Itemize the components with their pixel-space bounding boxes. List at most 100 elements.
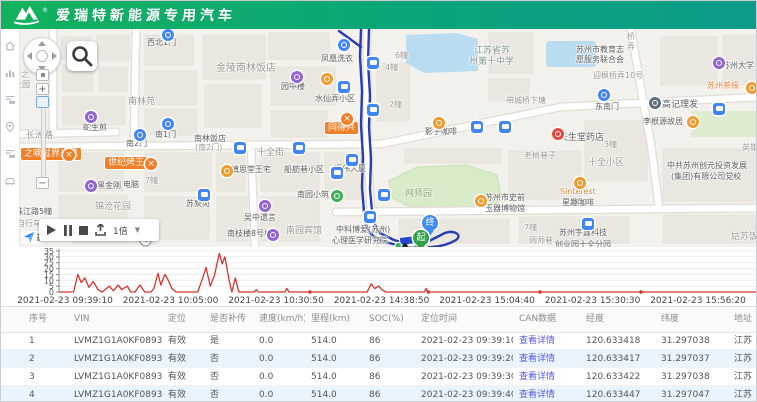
coffee-poi-icon[interactable] bbox=[433, 117, 445, 129]
can-detail-link[interactable]: 查看详情 bbox=[519, 350, 580, 368]
nav-sidebar bbox=[1, 29, 20, 247]
building-poi-icon[interactable] bbox=[364, 211, 376, 223]
restaurant-poi-icon[interactable]: × bbox=[145, 158, 157, 170]
table-row[interactable]: 1LVMZ1G1A0KF089390有效是0.0514.0862021-02-2… bbox=[1, 332, 757, 350]
bus-stop-icon[interactable] bbox=[293, 142, 305, 154]
column-header[interactable]: 里程(km) bbox=[311, 307, 363, 332]
can-detail-link[interactable]: 查看详情 bbox=[519, 386, 580, 402]
bus-stop-icon[interactable] bbox=[198, 189, 210, 201]
map-poi-badge[interactable]: 世纪烤王 bbox=[105, 157, 147, 169]
map-label: 迎枫桥弄10号 bbox=[593, 70, 643, 81]
bar-chart-icon[interactable] bbox=[4, 67, 16, 79]
gate-poi-icon[interactable] bbox=[598, 89, 610, 101]
gate-poi-icon[interactable] bbox=[162, 29, 174, 41]
bus-stop-icon[interactable] bbox=[713, 103, 725, 115]
column-header[interactable]: 速度(km/h) bbox=[259, 307, 305, 332]
table-cell: LVMZ1G1A0KF089390 bbox=[74, 332, 162, 350]
laundry-poi-icon[interactable] bbox=[338, 39, 350, 51]
bus-stop-icon[interactable] bbox=[471, 121, 483, 133]
hotel-poi-icon[interactable] bbox=[321, 73, 333, 85]
column-header[interactable]: 是否补传 bbox=[210, 307, 253, 332]
map-canvas[interactable]: 苏州之创业园西北1门金陵南林饭店凤凰洗衣南林苑园中楼水仙弄小区江苏省苏州第十中学… bbox=[19, 29, 757, 248]
column-header[interactable]: 地址 bbox=[734, 307, 752, 332]
table-cell: 有效 bbox=[168, 350, 204, 368]
map-label: 中科博爱(苏州) bbox=[336, 224, 390, 235]
bus-stop-icon[interactable] bbox=[367, 104, 379, 116]
bus-stop-icon[interactable] bbox=[331, 167, 343, 179]
building-poi-icon[interactable] bbox=[582, 218, 594, 230]
location-pin-icon[interactable] bbox=[4, 121, 16, 133]
table-cell: 86 bbox=[369, 368, 415, 386]
pan-up-icon[interactable] bbox=[38, 41, 46, 46]
bus-stop-icon[interactable] bbox=[234, 142, 246, 154]
map-label: 黑金刚 bbox=[97, 180, 121, 191]
pause-button[interactable] bbox=[64, 225, 72, 236]
bus-stop-icon[interactable] bbox=[499, 121, 511, 133]
svg-text:2021-02-23 14:38:50: 2021-02-23 14:38:50 bbox=[334, 296, 430, 306]
map-label: 心理医学研究院 bbox=[332, 235, 388, 246]
restaurant-poi-icon[interactable]: × bbox=[63, 149, 75, 161]
university-poi-icon[interactable] bbox=[713, 57, 725, 69]
map-label: 长洲路 bbox=[26, 128, 53, 141]
shop-poi-icon[interactable] bbox=[85, 180, 97, 192]
restaurant-poi-icon[interactable]: × bbox=[341, 113, 353, 125]
speed-chart[interactable]: 051015202530352021-02-23 09:39:102021-02… bbox=[1, 247, 757, 306]
column-header[interactable]: SOC(%) bbox=[369, 307, 415, 332]
gate-poi-icon[interactable] bbox=[162, 118, 174, 130]
route-start-pin[interactable]: 起 bbox=[413, 230, 429, 248]
temple-poi-icon[interactable] bbox=[259, 200, 271, 212]
table-row[interactable]: 3LVMZ1G1A0KF089390有效否0.0514.0862021-02-2… bbox=[1, 368, 757, 386]
tea-poi-icon[interactable] bbox=[746, 82, 757, 94]
column-header[interactable]: 定位时间 bbox=[421, 307, 513, 332]
bus-stop-icon[interactable] bbox=[338, 81, 350, 93]
metro-poi-icon[interactable] bbox=[291, 71, 303, 83]
pharmacy-poi-icon[interactable] bbox=[552, 128, 564, 140]
column-header[interactable]: CAN数据 bbox=[519, 307, 580, 332]
park-poi-icon[interactable] bbox=[331, 190, 343, 202]
home-icon[interactable] bbox=[4, 40, 16, 52]
column-header[interactable]: 定位 bbox=[168, 307, 204, 332]
barber-poi-icon[interactable] bbox=[649, 97, 661, 109]
heritage-poi-icon[interactable] bbox=[687, 116, 699, 128]
column-header[interactable]: 序号 bbox=[29, 307, 68, 332]
compass-center-icon bbox=[36, 50, 48, 62]
bus-stop-icon[interactable] bbox=[367, 57, 379, 69]
pan-right-icon[interactable] bbox=[52, 52, 57, 60]
stop-button[interactable] bbox=[79, 226, 88, 235]
heritage-poi-icon[interactable] bbox=[221, 165, 233, 177]
column-header[interactable]: 经度 bbox=[586, 307, 655, 332]
building-poi-icon[interactable] bbox=[267, 229, 279, 241]
column-header[interactable]: VIN bbox=[74, 307, 162, 332]
chevron-down-icon[interactable]: ▼ bbox=[135, 226, 140, 234]
museum-poi-icon[interactable] bbox=[475, 195, 487, 207]
zoom-slider-track[interactable] bbox=[41, 99, 46, 181]
table-cell: 2 bbox=[29, 350, 68, 368]
zoom-slider-thumb[interactable] bbox=[36, 96, 49, 108]
can-detail-link[interactable]: 查看详情 bbox=[519, 368, 580, 386]
track-list-icon[interactable] bbox=[4, 148, 16, 160]
coffee-poi-icon[interactable] bbox=[574, 177, 586, 189]
pan-left-icon[interactable] bbox=[27, 52, 32, 60]
zoom-in-button[interactable]: + bbox=[36, 83, 49, 95]
map-poi-badge[interactable]: 同得兴 bbox=[325, 122, 358, 134]
car-icon[interactable] bbox=[4, 175, 16, 187]
locate-button[interactable] bbox=[36, 69, 49, 81]
building-poi-icon[interactable] bbox=[346, 154, 358, 166]
map-label: 愿服务联合会 bbox=[576, 54, 624, 65]
bus-stop-icon[interactable] bbox=[378, 189, 390, 201]
table-row[interactable]: 2LVMZ1G1A0KF089390有效否0.0514.0862021-02-2… bbox=[1, 350, 757, 368]
can-detail-link[interactable]: 查看详情 bbox=[519, 332, 580, 350]
zoom-out-button[interactable]: − bbox=[36, 177, 49, 189]
play-button[interactable] bbox=[46, 224, 57, 236]
route-list-icon[interactable] bbox=[4, 94, 16, 106]
food-poi-icon[interactable] bbox=[85, 111, 97, 123]
map-label: 玉器博物馆 bbox=[485, 203, 525, 214]
table-row[interactable]: 4LVMZ1G1A0KF089390有效否0.0514.0862021-02-2… bbox=[1, 386, 757, 402]
export-track-button[interactable] bbox=[95, 224, 106, 236]
playback-speed-select[interactable]: 1倍 bbox=[113, 224, 128, 237]
map-label: 网师园 bbox=[405, 186, 432, 199]
gate-poi-icon[interactable] bbox=[134, 129, 146, 141]
column-header[interactable]: 纬度 bbox=[661, 307, 728, 332]
map-label: 南林苑 bbox=[128, 94, 155, 107]
map-search-button[interactable] bbox=[67, 41, 97, 71]
